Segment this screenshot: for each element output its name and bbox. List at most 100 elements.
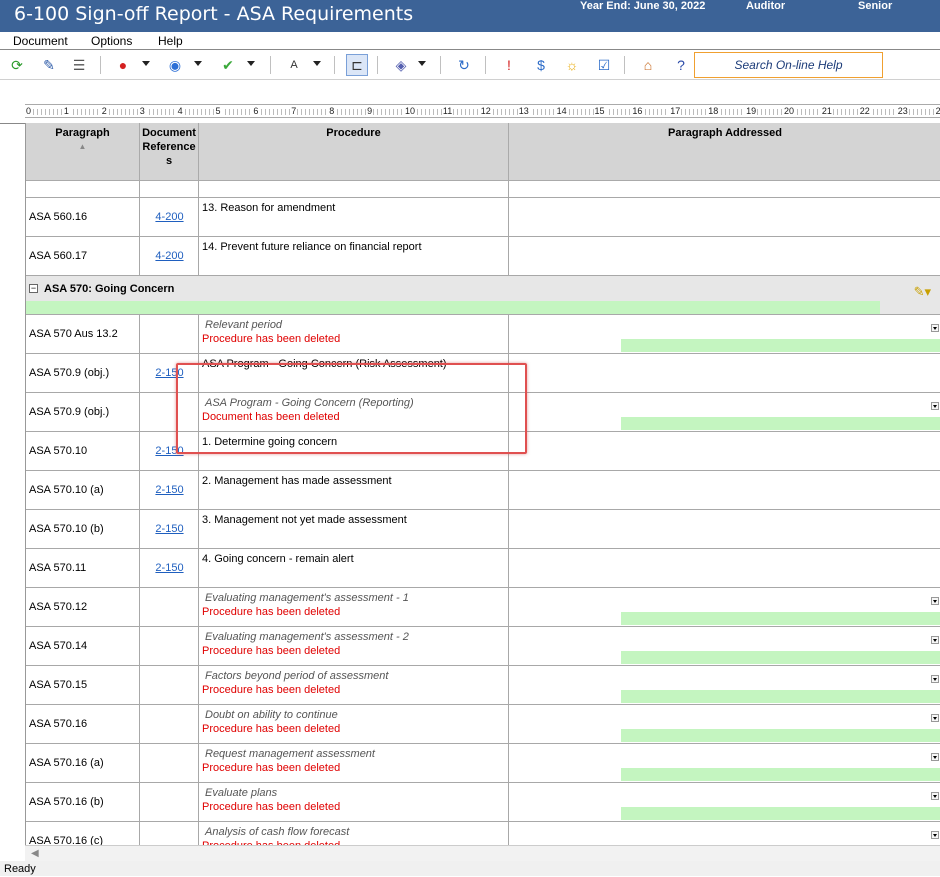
document-reference-link[interactable]: 2-150 bbox=[140, 367, 199, 379]
paragraph-addressed-cell[interactable] bbox=[509, 627, 940, 665]
menu-help[interactable]: Help bbox=[158, 34, 183, 48]
procedure-text[interactable]: 3. Management not yet made assessment bbox=[202, 513, 508, 527]
ruler[interactable]: 0123456789101112131415161718192021222324 bbox=[25, 104, 940, 118]
table-row[interactable]: ASA 560.16 4-200 13. Reason for amendment bbox=[26, 198, 940, 237]
table-row[interactable]: ASA 570.15 Factors beyond period of asses… bbox=[26, 666, 940, 705]
procedure-text[interactable]: Evaluating management's assessment - 2 bbox=[202, 630, 508, 644]
paragraph-addressed-cell[interactable] bbox=[509, 549, 940, 587]
procedure-text[interactable]: Analysis of cash flow forecast bbox=[202, 825, 508, 839]
procedure-text[interactable]: 2. Management has made assessment bbox=[202, 474, 508, 488]
col-header-procedure[interactable]: Procedure bbox=[199, 123, 509, 181]
dropdown-icon[interactable] bbox=[931, 324, 939, 332]
auditor-label[interactable]: Auditor bbox=[746, 0, 785, 12]
table-row[interactable]: ASA 570.16 (a) Request management assessm… bbox=[26, 744, 940, 783]
check-icon[interactable]: ✔ bbox=[217, 54, 239, 76]
help-search-input[interactable]: Search On-line Help bbox=[694, 52, 883, 78]
paragraph-addressed-cell[interactable] bbox=[509, 822, 940, 845]
filter-icon[interactable]: ◈ bbox=[390, 54, 412, 76]
ruler-toggle-icon[interactable]: ⊏ bbox=[346, 54, 368, 76]
table-row[interactable]: ASA 570.14 Evaluating management's assess… bbox=[26, 627, 940, 666]
table-row[interactable]: ASA 570 Aus 13.2 Relevant period Procedure… bbox=[26, 315, 940, 354]
paragraph-addressed-cell[interactable] bbox=[509, 666, 940, 704]
table-row[interactable]: ASA 570.10 (a) 2-150 2. Management has mad… bbox=[26, 471, 940, 510]
procedure-text[interactable]: Relevant period bbox=[202, 318, 508, 332]
procedure-text[interactable]: Doubt on ability to continue bbox=[202, 708, 508, 722]
table-row[interactable]: ASA 570.11 2-150 4. Going concern - remain… bbox=[26, 549, 940, 588]
section-edit-icon[interactable]: ✎▾ bbox=[914, 284, 931, 300]
table-row[interactable]: ASA 570.10 (b) 2-150 3. Management not yet… bbox=[26, 510, 940, 549]
procedure-text[interactable]: Factors beyond period of assessment bbox=[202, 669, 508, 683]
col-header-paragraph[interactable]: Paragraph ▲ bbox=[26, 123, 140, 181]
checklist-icon[interactable]: ☑ bbox=[593, 54, 615, 76]
paragraph-addressed-cell[interactable] bbox=[509, 588, 940, 626]
paragraph-addressed-cell[interactable] bbox=[509, 432, 940, 470]
filter-dropdown-icon[interactable] bbox=[418, 61, 426, 66]
scroll-left-icon[interactable]: ◀ bbox=[31, 848, 39, 859]
status-dropdown-icon[interactable] bbox=[194, 61, 202, 66]
dropdown-icon[interactable] bbox=[931, 831, 939, 839]
dropdown-icon[interactable] bbox=[931, 402, 939, 410]
document-reference-link[interactable]: 4-200 bbox=[140, 211, 199, 223]
circle-status-icon[interactable]: ◉ bbox=[164, 54, 186, 76]
paragraph-addressed-cell[interactable] bbox=[509, 354, 940, 392]
paragraph-addressed-cell[interactable] bbox=[509, 315, 940, 353]
edit-chart-icon[interactable]: ✎ bbox=[38, 54, 60, 76]
table-row[interactable]: ASA 560.17 4-200 14. Prevent future relian… bbox=[26, 237, 940, 276]
paragraph-addressed-cell[interactable] bbox=[509, 198, 940, 236]
dropdown-icon[interactable] bbox=[931, 714, 939, 722]
document-reference-link[interactable]: 2-150 bbox=[140, 445, 199, 457]
paragraph-addressed-cell[interactable] bbox=[509, 471, 940, 509]
procedure-text[interactable]: ASA Program - Going Concern (Reporting) bbox=[202, 396, 508, 410]
document-reference-link[interactable]: 2-150 bbox=[140, 484, 199, 496]
table-row[interactable]: ASA 570.16 (b) Evaluate plans Procedure ha… bbox=[26, 783, 940, 822]
outline-icon[interactable]: ☰ bbox=[68, 54, 90, 76]
refresh-icon[interactable]: ⟳ bbox=[6, 54, 28, 76]
procedure-text[interactable]: Evaluate plans bbox=[202, 786, 508, 800]
document-reference-link[interactable]: 4-200 bbox=[140, 250, 199, 262]
font-dropdown-icon[interactable] bbox=[313, 61, 321, 66]
col-header-paragraph-addressed[interactable]: Paragraph Addressed bbox=[509, 123, 940, 181]
table-row[interactable]: ASA 570.9 (obj.) ASA Program - Going Conc… bbox=[26, 393, 940, 432]
document-reference-link[interactable]: 2-150 bbox=[140, 562, 199, 574]
procedure-text[interactable]: 1. Determine going concern bbox=[202, 435, 508, 449]
menu-options[interactable]: Options bbox=[91, 34, 132, 48]
paragraph-addressed-cell[interactable] bbox=[509, 705, 940, 743]
table-row[interactable]: ASA 570.16 (c) Analysis of cash flow fore… bbox=[26, 822, 940, 845]
alert-icon[interactable]: ● bbox=[112, 54, 134, 76]
dropdown-icon[interactable] bbox=[931, 636, 939, 644]
check-dropdown-icon[interactable] bbox=[247, 61, 255, 66]
paragraph-addressed-cell[interactable] bbox=[509, 393, 940, 431]
procedure-text[interactable]: ASA Program - Going Concern (Risk Assess… bbox=[202, 357, 508, 371]
senior-label[interactable]: Senior bbox=[858, 0, 892, 12]
procedure-text[interactable]: Request management assessment bbox=[202, 747, 508, 761]
dropdown-icon[interactable] bbox=[931, 792, 939, 800]
paragraph-addressed-cell[interactable] bbox=[509, 744, 940, 782]
horizontal-scrollbar[interactable]: ◀ bbox=[25, 845, 940, 861]
procedure-text[interactable]: 13. Reason for amendment bbox=[202, 201, 508, 215]
sync-icon[interactable]: ↻ bbox=[453, 54, 475, 76]
section-header[interactable]: − ASA 570: Going Concern ✎▾ bbox=[26, 276, 940, 315]
issue-icon[interactable]: ! bbox=[498, 54, 520, 76]
col-header-document-references[interactable]: Document Reference s bbox=[140, 123, 199, 181]
table-row[interactable]: ASA 570.16 Doubt on ability to continue Pr… bbox=[26, 705, 940, 744]
menu-document[interactable]: Document bbox=[13, 34, 68, 48]
sun-icon[interactable]: ☼ bbox=[561, 54, 583, 76]
home-icon[interactable]: ⌂ bbox=[637, 54, 659, 76]
paragraph-addressed-cell[interactable] bbox=[509, 783, 940, 821]
paragraph-addressed-cell[interactable] bbox=[509, 510, 940, 548]
document-reference-link[interactable]: 2-150 bbox=[140, 523, 199, 535]
table-row[interactable]: ASA 570.9 (obj.) 2-150 ASA Program - Going… bbox=[26, 354, 940, 393]
alert-dropdown-icon[interactable] bbox=[142, 61, 150, 66]
dropdown-icon[interactable] bbox=[931, 675, 939, 683]
dropdown-icon[interactable] bbox=[931, 753, 939, 761]
font-icon[interactable]: A bbox=[283, 54, 305, 76]
dropdown-icon[interactable] bbox=[931, 597, 939, 605]
procedure-text[interactable]: Evaluating management's assessment - 1 bbox=[202, 591, 508, 605]
dollar-icon[interactable]: $ bbox=[530, 54, 552, 76]
procedure-text[interactable]: 4. Going concern - remain alert bbox=[202, 552, 508, 566]
paragraph-addressed-cell[interactable] bbox=[509, 237, 940, 275]
table-row[interactable]: ASA 570.12 Evaluating management's assess… bbox=[26, 588, 940, 627]
help-icon[interactable]: ? bbox=[670, 54, 692, 76]
table-row[interactable]: ASA 570.10 2-150 1. Determine going concer… bbox=[26, 432, 940, 471]
procedure-text[interactable]: 14. Prevent future reliance on financial… bbox=[202, 240, 508, 254]
